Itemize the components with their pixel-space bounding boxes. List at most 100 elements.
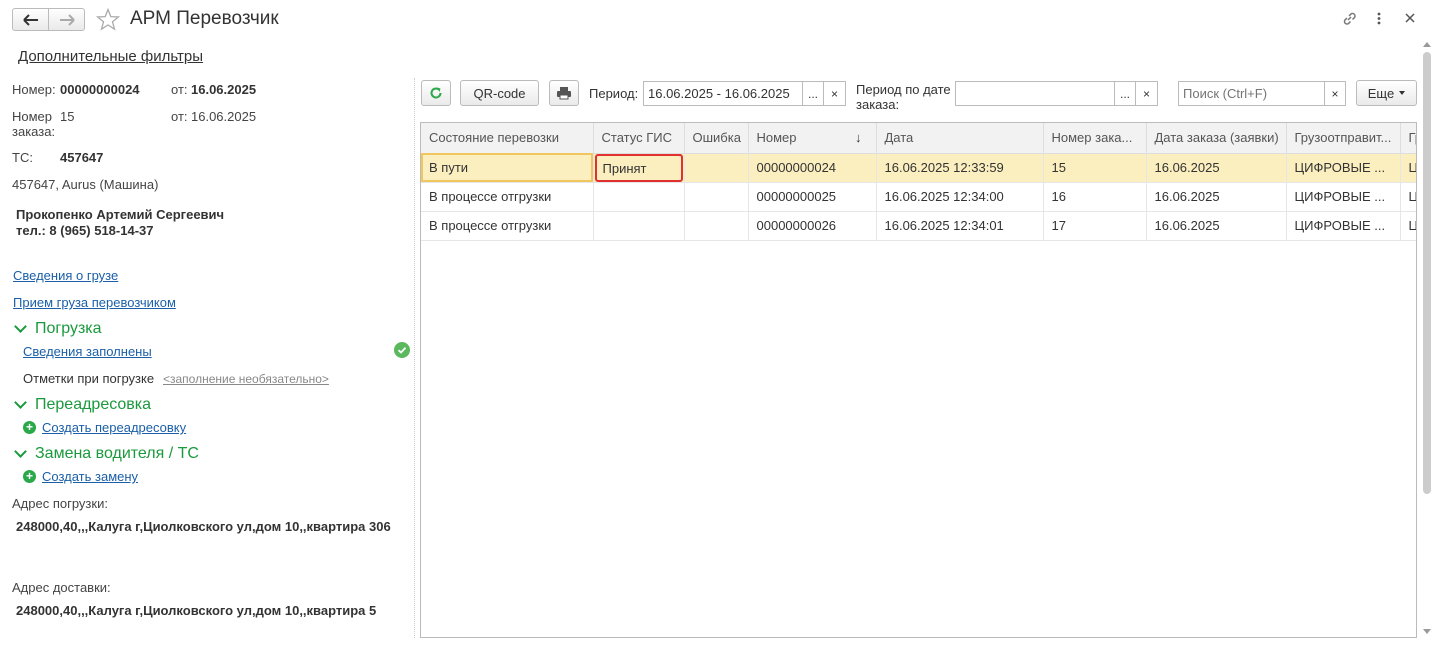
table-cell[interactable]: 00000000026 [748,211,877,241]
period-order-label-line1: Период по дате [856,82,951,97]
scroll-up-arrow-icon[interactable] [1423,42,1431,47]
loading-section-header[interactable]: Погрузка [14,320,102,338]
table-cell[interactable]: 16.06.2025 [1146,211,1287,241]
table-cell[interactable]: 16.06.2025 12:34:01 [876,211,1044,241]
search-input[interactable] [1178,81,1325,106]
panel-splitter[interactable] [414,78,415,638]
qr-code-button[interactable]: QR-code [460,80,539,106]
shipments-table: Состояние перевозки Статус ГИС Ошибка Но… [420,122,1417,638]
gis-status-cell-highlighted[interactable]: Принят [593,153,685,183]
table-cell[interactable]: Ц [1400,153,1416,183]
refresh-button[interactable] [421,80,451,106]
column-header[interactable]: Гр [1400,123,1416,154]
print-button[interactable] [549,80,579,106]
order-label-line2: заказа: [12,124,56,139]
number-label: Номер: [12,82,56,97]
from-value-2: 16.06.2025 [191,109,257,124]
table-cell[interactable] [684,182,749,212]
create-replace-link[interactable]: Создать замену [42,469,138,484]
period-order-select-button[interactable]: ... [1115,81,1136,106]
column-header-label: Номер [756,130,797,146]
column-header[interactable]: Ошибка [684,123,749,154]
period-order-label-line2: заказа: [856,97,900,112]
column-header[interactable]: Грузоотправит... [1286,123,1401,154]
create-redirect-link[interactable]: Создать переадресовку [42,420,186,435]
column-header-number[interactable]: Номер ↓ [748,123,877,154]
table-cell[interactable]: Ц [1400,182,1416,212]
table-cell[interactable]: ЦИФРОВЫЕ ... [1286,182,1401,212]
gis-status-value: Принят [594,153,683,181]
replace-section-header[interactable]: Замена водителя / ТС [14,445,199,463]
replace-section-title: Замена водителя / ТС [35,445,199,462]
more-vertical-icon[interactable] [1374,10,1384,27]
table-cell[interactable]: 16.06.2025 12:33:59 [876,153,1044,183]
scrollbar-thumb[interactable] [1423,52,1431,494]
table-cell[interactable]: ЦИФРОВЫЕ ... [1286,211,1401,241]
table-cell[interactable]: 16 [1043,182,1147,212]
table-cell[interactable] [593,182,685,212]
table-cell[interactable]: ЦИФРОВЫЕ ... [1286,153,1401,183]
column-header[interactable]: Номер зака... [1043,123,1147,154]
forward-button[interactable] [48,8,85,31]
table-cell[interactable]: 16.06.2025 12:34:00 [876,182,1044,212]
plus-circle-icon: + [23,421,36,434]
table-row[interactable]: В пути Принят 00000000024 16.06.2025 12:… [421,153,1416,183]
create-redirect-button[interactable]: + Создать переадресовку [23,420,186,435]
table-row[interactable]: В процессе отгрузки 00000000025 16.06.20… [421,182,1416,212]
table-cell[interactable]: Ц [1400,211,1416,241]
table-cell[interactable]: В пути [421,153,594,183]
redirect-section-header[interactable]: Переадресовка [14,396,152,414]
column-header[interactable]: Дата заказа (заявки) [1146,123,1287,154]
close-icon[interactable] [1404,12,1416,24]
filled-info-link[interactable]: Сведения заполнены [23,344,152,359]
cargo-info-link[interactable]: Сведения о грузе [13,268,118,283]
check-circle-icon [394,342,410,358]
search-clear-button[interactable]: × [1325,81,1346,106]
arrow-right-icon [59,13,75,26]
additional-filters-link[interactable]: Дополнительные фильтры [18,48,203,65]
period-input[interactable]: 16.06.2025 - 16.06.2025 [643,81,803,106]
from-value-1: 16.06.2025 [191,82,257,97]
table-cell[interactable] [593,211,685,241]
loading-address-value: 248000,40,,,Калуга г,Циолковского ул,дом… [16,519,391,534]
period-clear-button[interactable]: × [824,81,846,106]
driver-name: Прокопенко Артемий Сергеевич [16,207,225,222]
redirect-section-title: Переадресовка [35,396,152,413]
period-order-clear-button[interactable]: × [1136,81,1158,106]
more-button[interactable]: Еще [1356,80,1417,106]
table-header-row: Состояние перевозки Статус ГИС Ошибка Но… [421,123,1416,154]
ts-value: 457647 [60,150,104,165]
vertical-scrollbar[interactable] [1422,40,1432,636]
period-order-input[interactable] [955,81,1115,106]
table-cell[interactable]: 00000000024 [748,153,877,183]
table-cell[interactable]: 15 [1043,153,1147,183]
create-replace-button[interactable]: + Создать замену [23,469,138,484]
loading-section-title: Погрузка [35,320,102,337]
table-cell[interactable]: 16.06.2025 [1146,182,1287,212]
cargo-accept-link[interactable]: Прием груза перевозчиком [13,295,176,310]
period-select-button[interactable]: ... [803,81,824,106]
link-icon[interactable] [1341,10,1358,27]
column-header[interactable]: Дата [876,123,1044,154]
table-cell[interactable] [684,211,749,241]
table-cell[interactable]: В процессе отгрузки [421,211,594,241]
table-cell[interactable]: 00000000025 [748,182,877,212]
table-cell[interactable]: В процессе отгрузки [421,182,594,212]
refresh-icon [430,87,442,99]
loading-marks-label: Отметки при погрузке [23,371,155,386]
column-header[interactable]: Состояние перевозки [421,123,594,154]
table-cell[interactable]: 17 [1043,211,1147,241]
table-row[interactable]: В процессе отгрузки 00000000026 16.06.20… [421,211,1416,241]
scroll-down-arrow-icon[interactable] [1423,629,1431,634]
loading-marks-optional-link[interactable]: <заполнение необязательно> [163,372,329,386]
chevron-down-icon [14,445,27,458]
table-cell[interactable] [684,153,749,183]
column-header[interactable]: Статус ГИС [593,123,685,154]
order-label-line1: Номер [12,109,53,124]
arrow-left-icon [22,13,38,26]
star-icon[interactable] [96,8,120,31]
more-button-label: Еще [1367,85,1395,101]
back-button[interactable] [12,8,49,31]
table-cell[interactable]: 16.06.2025 [1146,153,1287,183]
printer-icon [557,87,571,100]
